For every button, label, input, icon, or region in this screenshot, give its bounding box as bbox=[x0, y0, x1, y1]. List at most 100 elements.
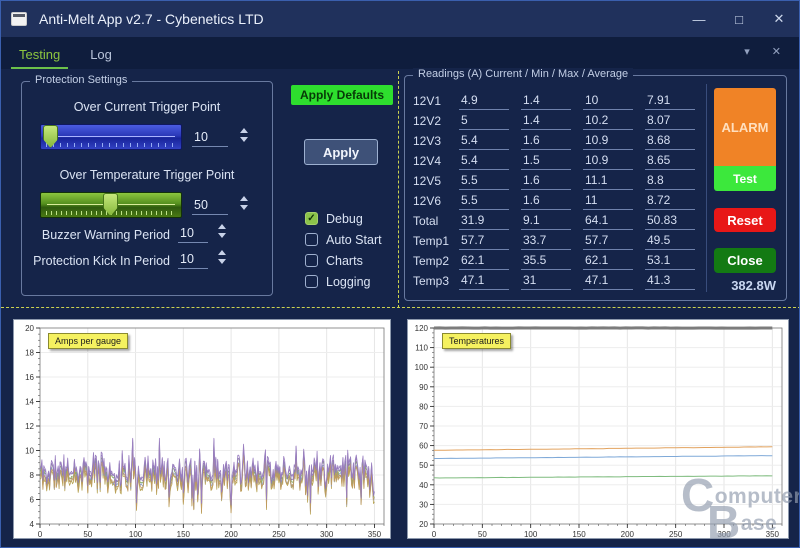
reading-value[interactable]: 5.4 bbox=[459, 153, 509, 170]
reading-value[interactable]: 5.5 bbox=[459, 193, 509, 210]
svg-text:100: 100 bbox=[524, 530, 538, 539]
reading-value[interactable]: 47.1 bbox=[583, 273, 633, 290]
svg-text:0: 0 bbox=[432, 530, 437, 539]
reading-value[interactable]: 7.91 bbox=[645, 93, 695, 110]
over-temp-spinner[interactable] bbox=[238, 196, 250, 210]
tab-log[interactable]: Log bbox=[82, 41, 120, 69]
spin-up-icon[interactable] bbox=[240, 128, 248, 133]
spin-down-icon[interactable] bbox=[218, 259, 226, 264]
reading-value[interactable]: 50.83 bbox=[645, 213, 695, 230]
reading-value[interactable]: 8.72 bbox=[645, 193, 695, 210]
reading-value[interactable]: 8.68 bbox=[645, 133, 695, 150]
spin-up-icon[interactable] bbox=[240, 196, 248, 201]
reading-value[interactable]: 64.1 bbox=[583, 213, 633, 230]
reading-value[interactable]: 11 bbox=[583, 193, 633, 210]
svg-text:50: 50 bbox=[419, 461, 428, 470]
kickin-period-label: Protection Kick In Period bbox=[22, 254, 170, 268]
reading-value[interactable]: 1.5 bbox=[521, 153, 571, 170]
checkbox-label: Charts bbox=[326, 254, 363, 268]
tab-close-icon[interactable]: ✕ bbox=[772, 45, 781, 58]
checkbox-unchecked-icon[interactable] bbox=[305, 233, 318, 246]
readings-table: 12V14.91.4107.9112V251.410.28.0712V35.41… bbox=[413, 90, 707, 290]
spin-down-icon[interactable] bbox=[240, 205, 248, 210]
tab-dropdown-icon[interactable]: ▾ bbox=[744, 45, 750, 58]
readings-group-label: Readings (A) Current / Min / Max / Avera… bbox=[413, 68, 633, 80]
reading-value[interactable]: 53.1 bbox=[645, 253, 695, 270]
reading-value[interactable]: 8.8 bbox=[645, 173, 695, 190]
reading-value[interactable]: 1.6 bbox=[521, 133, 571, 150]
checkbox-auto-start[interactable]: Auto Start bbox=[305, 229, 382, 250]
checkbox-debug[interactable]: ✓Debug bbox=[305, 208, 382, 229]
checkbox-unchecked-icon[interactable] bbox=[305, 275, 318, 288]
kickin-period-spinner[interactable] bbox=[216, 250, 228, 264]
maximize-icon[interactable]: □ bbox=[731, 12, 747, 27]
reading-value[interactable]: 31.9 bbox=[459, 213, 509, 230]
reading-value[interactable]: 1.4 bbox=[521, 93, 571, 110]
temps-chart-panel: 2030405060708090100110120050100150200250… bbox=[407, 319, 789, 539]
reading-value[interactable]: 10.2 bbox=[583, 113, 633, 130]
test-button[interactable]: Test bbox=[714, 166, 776, 191]
reading-value[interactable]: 35.5 bbox=[521, 253, 571, 270]
reading-label: 12V2 bbox=[413, 114, 459, 130]
reading-value[interactable]: 47.1 bbox=[459, 273, 509, 290]
spin-down-icon[interactable] bbox=[240, 137, 248, 142]
reading-row-12v4: 12V45.4 1.5 10.9 8.65 bbox=[413, 150, 707, 170]
reading-value[interactable]: 49.5 bbox=[645, 233, 695, 250]
over-current-slider[interactable] bbox=[40, 124, 182, 150]
close-button[interactable]: Close bbox=[714, 248, 776, 273]
spin-up-icon[interactable] bbox=[218, 250, 226, 255]
buzzer-period-spinner[interactable] bbox=[216, 224, 228, 238]
kickin-period-value[interactable]: 10 bbox=[178, 252, 208, 269]
reading-value[interactable]: 57.7 bbox=[583, 233, 633, 250]
checkbox-checked-icon[interactable]: ✓ bbox=[305, 212, 318, 225]
over-current-value[interactable]: 10 bbox=[192, 130, 228, 147]
svg-text:30: 30 bbox=[419, 500, 428, 509]
reading-value[interactable]: 62.1 bbox=[583, 253, 633, 270]
close-icon[interactable]: ✕ bbox=[771, 11, 787, 27]
checkbox-logging[interactable]: Logging bbox=[305, 271, 382, 292]
reading-value[interactable]: 1.6 bbox=[521, 173, 571, 190]
reading-value[interactable]: 5 bbox=[459, 113, 509, 130]
checkbox-unchecked-icon[interactable] bbox=[305, 254, 318, 267]
over-temp-slider[interactable] bbox=[40, 192, 182, 218]
app-window: Anti-Melt App v2.7 - Cybenetics LTD — □ … bbox=[0, 0, 800, 548]
reading-value[interactable]: 31 bbox=[521, 273, 571, 290]
reading-value[interactable]: 8.65 bbox=[645, 153, 695, 170]
reading-value[interactable]: 10 bbox=[583, 93, 633, 110]
reading-row-12v3: 12V35.41.610.98.68 bbox=[413, 130, 707, 150]
reading-row-temp2: Temp262.135.562.153.1 bbox=[413, 250, 707, 270]
reading-value[interactable]: 57.7 bbox=[459, 233, 509, 250]
amps-chart-tag: Amps per gauge bbox=[48, 333, 128, 349]
reading-value[interactable]: 1.6 bbox=[521, 193, 571, 210]
tab-testing[interactable]: Testing bbox=[11, 41, 68, 69]
reading-value[interactable]: 10.9 bbox=[583, 133, 633, 150]
svg-text:300: 300 bbox=[717, 530, 731, 539]
reading-value[interactable]: 8.07 bbox=[645, 113, 695, 130]
spin-down-icon[interactable] bbox=[218, 233, 226, 238]
reading-value[interactable]: 1.4 bbox=[521, 113, 571, 130]
over-temp-value[interactable]: 50 bbox=[192, 198, 228, 215]
reading-value[interactable]: 10.9 bbox=[583, 153, 633, 170]
minimize-icon[interactable]: — bbox=[691, 12, 707, 27]
reading-value[interactable]: 41.3 bbox=[645, 273, 695, 290]
reading-value[interactable]: 5.4 bbox=[459, 133, 509, 150]
reading-value[interactable]: 5.5 bbox=[459, 173, 509, 190]
reset-button[interactable]: Reset bbox=[714, 208, 776, 232]
checkbox-charts[interactable]: Charts bbox=[305, 250, 382, 271]
svg-text:18: 18 bbox=[25, 349, 34, 358]
apply-button[interactable]: Apply bbox=[304, 139, 378, 165]
reading-value[interactable]: 33.7 bbox=[521, 233, 571, 250]
reading-row-12v1: 12V14.91.4107.91 bbox=[413, 90, 707, 110]
checkbox-label: Auto Start bbox=[326, 233, 382, 247]
apply-defaults-button[interactable]: Apply Defaults bbox=[291, 85, 393, 105]
spin-up-icon[interactable] bbox=[218, 224, 226, 229]
over-current-spinner[interactable] bbox=[238, 128, 250, 142]
svg-text:20: 20 bbox=[419, 520, 428, 529]
reading-value[interactable]: 62.1 bbox=[459, 253, 509, 270]
reading-value[interactable]: 4.9 bbox=[459, 93, 509, 110]
buzzer-period-value[interactable]: 10 bbox=[178, 226, 208, 243]
reading-value[interactable]: 9.1 bbox=[521, 213, 571, 230]
reading-row-12v5: 12V55.51.611.18.8 bbox=[413, 170, 707, 190]
reading-label: 12V4 bbox=[413, 154, 459, 170]
reading-value[interactable]: 11.1 bbox=[583, 173, 633, 190]
